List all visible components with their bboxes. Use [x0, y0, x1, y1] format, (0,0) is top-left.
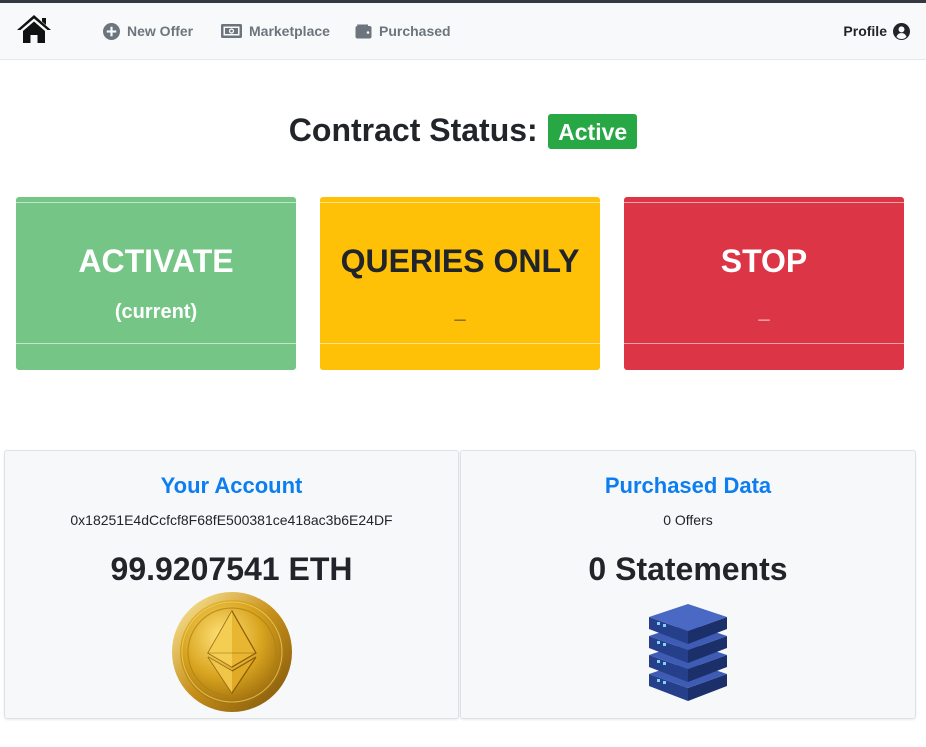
nav-marketplace-label: Marketplace	[249, 23, 330, 39]
purchased-title: Purchased Data	[604, 473, 772, 498]
server-stack-icon	[649, 604, 727, 701]
queries-only-button[interactable]: QUERIES ONLY _	[320, 197, 600, 370]
nav-marketplace[interactable]: Marketplace	[221, 21, 330, 41]
home-button[interactable]	[15, 12, 53, 46]
account-card: Your Account 0x18251E4dCcfcf8F68fE500381…	[4, 450, 459, 719]
home-icon	[17, 15, 51, 43]
account-address: 0x18251E4dCcfcf8F68fE500381ce418ac3b6E24…	[70, 512, 393, 528]
card-divider	[16, 202, 296, 203]
nav-new-offer[interactable]: New Offer	[103, 21, 193, 41]
card-divider	[16, 343, 296, 344]
activate-button[interactable]: ACTIVATE (current)	[16, 197, 296, 370]
contract-status-badge: Active	[548, 114, 638, 149]
activate-title: ACTIVATE	[78, 243, 234, 279]
card-divider	[320, 343, 600, 344]
stop-button[interactable]: STOP _	[624, 197, 904, 370]
nav-profile-label: Profile	[843, 23, 887, 39]
contract-status-title: Contract Status:	[288, 112, 538, 148]
stop-title: STOP	[720, 243, 808, 279]
ethereum-coin-icon	[172, 592, 292, 712]
account-balance: 99.9207541 ETH	[110, 551, 353, 587]
card-divider	[624, 202, 904, 203]
contract-status-row: Contract Status: Active	[0, 112, 926, 149]
card-divider	[320, 202, 600, 203]
account-title: Your Account	[160, 473, 303, 498]
wallet-icon	[355, 24, 372, 39]
card-divider	[624, 343, 904, 344]
purchased-statements: 0 Statements	[588, 551, 788, 587]
stop-subtitle: _	[758, 301, 770, 323]
nav-purchased[interactable]: Purchased	[355, 21, 451, 41]
activate-subtitle: (current)	[114, 301, 198, 323]
purchased-card: Purchased Data 0 Offers 0 Statements	[460, 450, 916, 719]
nav-purchased-label: Purchased	[379, 23, 451, 39]
queries-only-title: QUERIES ONLY	[340, 243, 580, 279]
money-bill-icon	[221, 24, 242, 38]
navbar: New Offer Marketplace Purchased Profile	[0, 3, 926, 60]
plus-circle-icon	[103, 22, 120, 40]
nav-new-offer-label: New Offer	[127, 23, 194, 39]
nav-profile[interactable]: Profile	[843, 21, 910, 41]
user-circle-icon	[893, 22, 910, 40]
queries-only-subtitle: _	[454, 301, 466, 323]
purchased-offers: 0 Offers	[663, 512, 713, 528]
